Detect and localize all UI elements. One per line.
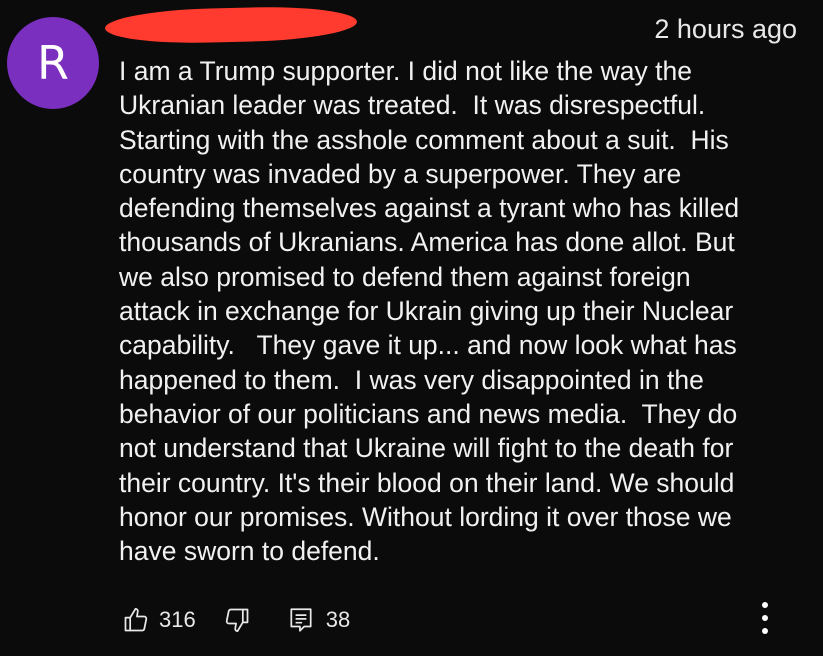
comment-text-line: thousands of Ukranians. America has done…: [119, 227, 735, 258]
reply-icon: [290, 608, 312, 632]
comment-text-line: have sworn to defend.: [119, 536, 380, 567]
comment-text-line: country was invaded by a superpower. The…: [119, 158, 682, 189]
like-button[interactable]: 316: [122, 606, 196, 634]
more-vertical-icon-dot: [762, 628, 768, 634]
more-vertical-icon-dot: [762, 615, 768, 621]
comment-timestamp[interactable]: 2 hours ago: [654, 14, 797, 45]
comment-text-line: Starting with the asshole comment about …: [119, 124, 729, 155]
comment-text: I am a Trump supporter. I did not like t…: [119, 54, 799, 568]
dislike-button[interactable]: [223, 606, 251, 634]
more-options-button[interactable]: [755, 598, 775, 638]
comment-text-line: honor our promises. Without lording it o…: [119, 501, 732, 532]
comment-text-line: we also promised to defend them against …: [119, 261, 691, 292]
comment-text-line: not understand that Ukraine will fight t…: [119, 433, 734, 464]
comment-text-line: defending themselves against a tyrant wh…: [119, 193, 740, 224]
reply-button[interactable]: 38: [288, 606, 350, 634]
thumbs-up-icon: [124, 608, 148, 632]
comment-text-line: behavior of our politicians and news med…: [119, 398, 738, 429]
comment-text-line: Ukranian leader was treated. It was disr…: [119, 90, 706, 121]
comment-actions: 316 38: [122, 600, 350, 640]
redacted-username: [104, 4, 358, 46]
comment-text-line: I am a Trump supporter. I did not like t…: [119, 56, 692, 86]
avatar[interactable]: R: [7, 17, 99, 109]
comment-text-line: attack in exchange for Ukrain giving up …: [119, 296, 734, 327]
thumbs-down-icon: [225, 608, 249, 632]
avatar-letter: R: [37, 36, 69, 90]
comment-text-line: their country. It's their blood on their…: [119, 467, 735, 498]
reply-count: 38: [325, 607, 351, 632]
like-count: 316: [159, 607, 196, 632]
more-vertical-icon: [762, 602, 768, 608]
comment-text-line: capability. They gave it up... and now l…: [119, 330, 737, 361]
comment: R 2 hours ago I am a Trump supporter. I …: [0, 0, 823, 656]
comment-text-line: happened to them. I was very disappointe…: [119, 364, 704, 395]
